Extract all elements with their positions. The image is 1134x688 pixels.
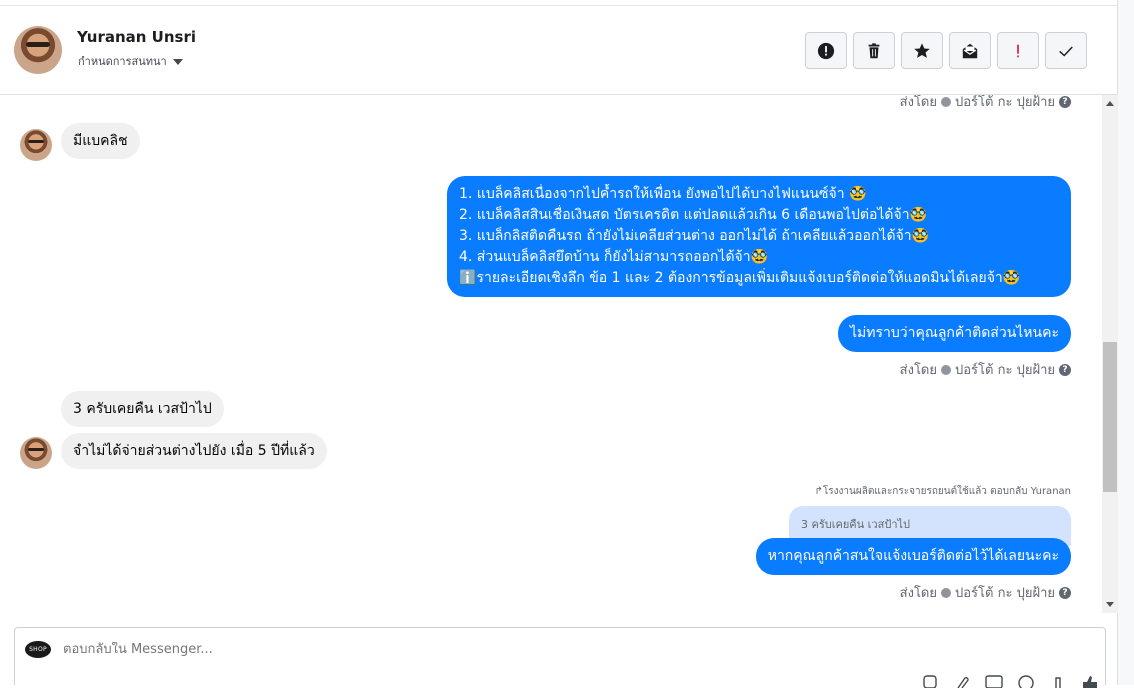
header-actions (805, 32, 1087, 69)
incoming-message[interactable]: จำไม่ได้จ่ายส่วนต่างไปยัง เมื่อ 5 ปีที่แ… (61, 433, 327, 469)
follow-up-button[interactable] (805, 32, 847, 69)
contact-name[interactable]: Yuranan Unsri (77, 28, 196, 46)
contact-avatar-small[interactable] (20, 437, 52, 469)
mark-unread-button[interactable] (949, 32, 991, 69)
sent-by-meta: ส่งโดย ปอร์โต้ กะ ปุยฝ้าย ? (900, 95, 1071, 112)
help-icon[interactable]: ? (1059, 586, 1071, 599)
conversation-header: Yuranan Unsri กำหนดการสนทนา (0, 6, 1118, 95)
sent-by-name: ปอร์โต้ กะ ปุยฝ้าย (955, 363, 1055, 378)
contact-avatar-small[interactable] (20, 129, 52, 161)
attach-icon[interactable] (953, 674, 971, 688)
sticker-icon[interactable] (921, 674, 939, 688)
incoming-message[interactable]: มีแบคลิช (61, 123, 140, 159)
messenger-window: Yuranan Unsri กำหนดการสนทนา ส่งโดย ปอร์โ… (0, 0, 1118, 688)
sent-by-meta: ส่งโดย ปอร์โต้ กะ ปุยฝ้าย ? (900, 359, 1071, 380)
outgoing-message[interactable]: หากคุณลูกค้าสนใจแจ้งเบอร์ติดต่อไว้ได้เลย… (755, 538, 1071, 575)
sender-avatar-icon (941, 587, 951, 598)
sent-by-name: ปอร์โต้ กะ ปุยฝ้าย (955, 586, 1055, 601)
sent-by-meta: ส่งโดย ปอร์โต้ กะ ปุยฝ้าย ? (900, 582, 1071, 603)
message-composer: SHOP (14, 627, 1106, 688)
assign-conversation-dropdown[interactable]: กำหนดการสนทนา (78, 52, 183, 70)
saved-reply-icon[interactable] (1049, 674, 1067, 688)
delete-button[interactable] (853, 32, 895, 69)
message-line: 2. แบล็คลิสสินเชื่อเงินสด บัตรเครดิต แต่… (459, 207, 928, 223)
scroll-up-icon[interactable] (1106, 101, 1114, 106)
help-icon[interactable]: ? (1059, 363, 1071, 376)
sent-by-name: ปอร์โต้ กะ ปุยฝ้าย (955, 95, 1055, 110)
check-icon (1059, 45, 1073, 57)
exclamation-circle-icon (817, 42, 835, 59)
emoji-icon[interactable] (1017, 674, 1035, 688)
scroll-down-icon[interactable] (1106, 602, 1114, 607)
incoming-message[interactable]: 3 ครับเคยคืน เวสป้าไป (61, 391, 224, 427)
sent-by-prefix: ส่งโดย (899, 95, 937, 110)
message-line: ℹ️รายละเอียดเชิงลึก ข้อ 1 และ 2 ต้องการข… (459, 270, 1021, 286)
gif-icon[interactable] (985, 674, 1003, 688)
outgoing-message-long[interactable]: 1. แบล็คลิสเนื่องจากไปค้ำรถให้เพื่อน ยัง… (447, 176, 1071, 297)
caret-down-icon (172, 59, 183, 65)
spam-button[interactable] (997, 32, 1039, 69)
message-thread[interactable]: ส่งโดย ปอร์โต้ กะ ปุยฝ้าย ? มีแบคลิช 1. … (0, 95, 1102, 613)
done-button[interactable] (1045, 32, 1087, 69)
message-line: 1. แบล็คลิสเนื่องจากไปค้ำรถให้เพื่อน ยัง… (459, 186, 867, 202)
scroll-thumb[interactable] (1103, 342, 1117, 492)
reply-context: ↱โรงงานผลิตและกระจายรถยนต์ใช้แล้ว ตอบกลั… (814, 486, 1071, 497)
red-exclamation-icon (1017, 44, 1019, 57)
sender-avatar-icon (941, 96, 951, 107)
thread-scrollbar[interactable] (1102, 95, 1118, 613)
sent-by-prefix: ส่งโดย (899, 363, 937, 378)
page-logo: SHOP (25, 641, 51, 658)
outgoing-message[interactable]: ไม่ทราบว่าคุณลูกค้าติดส่วนไหนคะ (837, 315, 1071, 352)
thumbs-up-icon[interactable] (1081, 674, 1099, 688)
trash-icon (868, 42, 880, 58)
reply-input[interactable] (63, 642, 763, 657)
star-icon (914, 42, 930, 58)
contact-avatar[interactable] (14, 26, 62, 74)
envelope-open-icon (962, 43, 978, 58)
page-gutter (1118, 0, 1134, 685)
help-icon[interactable]: ? (1059, 95, 1071, 108)
composer-tools (921, 674, 1099, 688)
sender-avatar-icon (941, 364, 951, 375)
sent-by-prefix: ส่งโดย (899, 586, 937, 601)
message-line: 4. ส่วนแบล็คลิสยึดบ้าน ก็ยังไม่สามารถออก… (459, 249, 769, 265)
star-button[interactable] (901, 32, 943, 69)
message-line: 3. แบล็กลิสติดคืนรถ ถ้ายังไม่เคลียส่วนต่… (459, 228, 930, 244)
assign-label: กำหนดการสนทนา (78, 55, 167, 68)
